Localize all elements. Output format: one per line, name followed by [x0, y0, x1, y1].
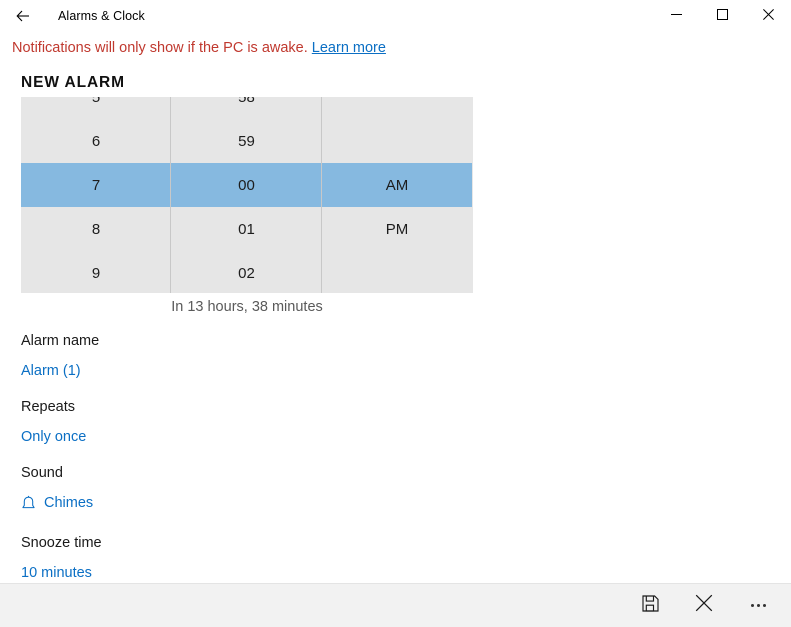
maximize-icon [716, 7, 728, 25]
close-button[interactable] [745, 0, 791, 32]
field-label: Sound [21, 465, 63, 481]
save-icon [641, 594, 659, 617]
field-repeats: Repeats Only once [21, 397, 521, 447]
hour-option[interactable]: 9 [21, 251, 171, 293]
minute-option-selected[interactable]: 00 [171, 163, 322, 207]
minute-option[interactable]: 02 [171, 251, 322, 293]
period-items-list: AM PM [322, 163, 472, 251]
hour-option[interactable]: 8 [21, 207, 171, 251]
ellipsis-icon [750, 604, 766, 607]
period-picker-column[interactable]: AM PM [322, 97, 472, 293]
minimize-icon [670, 7, 682, 25]
hour-option-selected[interactable]: 7 [21, 163, 171, 207]
more-options-button[interactable] [731, 585, 785, 627]
repeats-value[interactable]: Only once [21, 427, 86, 447]
field-sound: Sound Chimes [21, 463, 521, 517]
alarm-name-value[interactable]: Alarm (1) [21, 361, 81, 381]
app-title: Alarms & Clock [58, 9, 145, 23]
minute-option[interactable]: 58 [171, 97, 322, 119]
snooze-time-value[interactable]: 10 minutes [21, 563, 92, 583]
notification-banner: Notifications will only show if the PC i… [0, 32, 791, 58]
hour-picker-column[interactable]: 5 6 7 8 9 [21, 97, 171, 293]
command-bar [0, 583, 791, 627]
cancel-button[interactable] [677, 585, 731, 627]
hour-option[interactable]: 5 [21, 97, 171, 119]
bell-icon [21, 495, 36, 512]
alarm-settings-form: Alarm name Alarm (1) Repeats Only once S… [21, 331, 521, 583]
page-title: NEW ALARM [21, 74, 125, 91]
window-controls [653, 0, 791, 32]
period-option[interactable]: PM [322, 207, 472, 251]
minute-picker-column[interactable]: 58 59 00 01 02 [171, 97, 322, 293]
back-button[interactable] [0, 0, 46, 32]
notification-text: Notifications will only show if the PC i… [12, 40, 308, 56]
field-alarm-name: Alarm name Alarm (1) [21, 331, 521, 381]
back-arrow-icon [15, 8, 31, 24]
minute-items-list: 58 59 00 01 02 [171, 97, 322, 293]
minute-option[interactable]: 01 [171, 207, 322, 251]
minimize-button[interactable] [653, 0, 699, 32]
learn-more-link[interactable]: Learn more [312, 40, 386, 56]
field-label: Alarm name [21, 333, 100, 349]
sound-value: Chimes [44, 495, 94, 511]
close-icon [762, 7, 774, 25]
minute-option[interactable]: 59 [171, 119, 322, 163]
title-bar: Alarms & Clock [0, 0, 791, 32]
field-label: Snooze time [21, 534, 102, 551]
save-button[interactable] [623, 585, 677, 627]
hour-items-list: 5 6 7 8 9 [21, 97, 171, 293]
field-snooze-time: Snooze time 10 minutes [21, 533, 521, 583]
time-until-caption: In 13 hours, 38 minutes [171, 299, 323, 315]
maximize-button[interactable] [699, 0, 745, 32]
period-option-selected[interactable]: AM [322, 163, 472, 207]
time-picker[interactable]: 5 6 7 8 9 58 59 00 01 02 AM PM [21, 97, 473, 293]
close-x-icon [695, 594, 713, 617]
field-label: Repeats [21, 399, 76, 415]
sound-value-row[interactable]: Chimes [21, 493, 93, 513]
hour-option[interactable]: 6 [21, 119, 171, 163]
